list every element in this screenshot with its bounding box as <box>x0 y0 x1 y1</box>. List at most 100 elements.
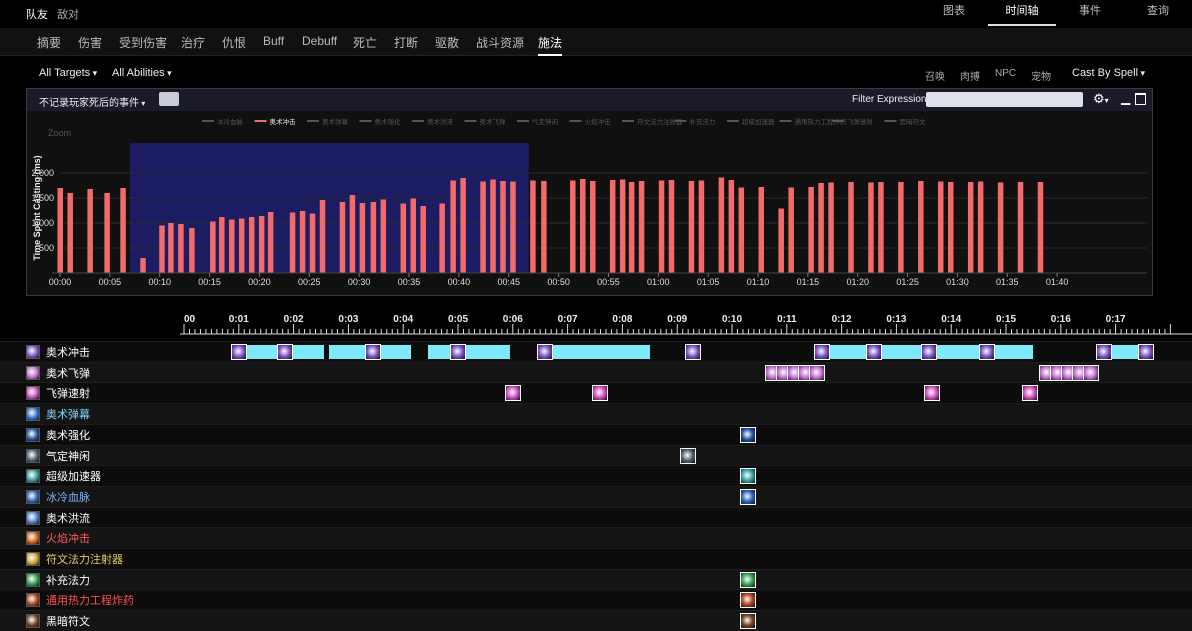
bar[interactable] <box>868 182 874 274</box>
bar[interactable] <box>380 199 387 274</box>
bar[interactable] <box>609 180 616 273</box>
subtab-threat[interactable]: 仇恨 <box>222 34 246 51</box>
filter-npc[interactable]: NPC <box>995 68 1016 79</box>
subtab-casts[interactable]: 施法 <box>538 34 563 56</box>
bar[interactable] <box>658 180 665 274</box>
bar[interactable] <box>490 179 496 274</box>
bar[interactable] <box>439 203 445 274</box>
legend-item[interactable]: 奥术飞弹 <box>464 117 507 126</box>
spell-name-cell[interactable]: 奥术洪流 <box>26 508 181 528</box>
cast-bar[interactable] <box>879 345 924 359</box>
bar[interactable] <box>299 211 306 273</box>
bar[interactable] <box>400 203 407 274</box>
cast-event-icon[interactable] <box>1137 344 1154 360</box>
tab-timeline[interactable]: 时间轴 <box>988 0 1056 26</box>
bar[interactable] <box>967 182 974 273</box>
legend-item[interactable]: 火焰冲击 <box>569 117 612 126</box>
bar[interactable] <box>898 182 904 273</box>
bar[interactable] <box>480 181 486 274</box>
bar[interactable] <box>238 218 245 274</box>
targets-dropdown[interactable]: All Targets <box>39 67 97 79</box>
bar[interactable] <box>997 182 1004 274</box>
bar[interactable] <box>541 181 547 273</box>
cast-bar[interactable] <box>992 345 1034 359</box>
subtab-interrupts[interactable]: 打断 <box>394 34 418 51</box>
spell-name-cell[interactable]: 奥术飞弹 <box>26 363 181 383</box>
bar[interactable] <box>738 187 745 274</box>
subtab-healing[interactable]: 治疗 <box>181 34 205 51</box>
bar[interactable] <box>319 200 326 273</box>
legend-item[interactable]: 冰冷血脉 <box>202 117 244 126</box>
legend-item[interactable]: 奥术强化 <box>359 117 402 126</box>
spell-name-cell[interactable]: 火焰冲击 <box>26 528 181 548</box>
spell-name-cell[interactable]: 奥术冲击 <box>26 342 181 362</box>
cast-event-icon[interactable] <box>740 592 757 609</box>
abilities-dropdown[interactable]: All Abilities <box>112 67 172 79</box>
legend-item[interactable]: 黑暗符文 <box>884 117 927 126</box>
cast-event-icon[interactable] <box>364 344 381 360</box>
cast-event-icon[interactable] <box>1082 364 1099 381</box>
bar[interactable] <box>219 217 225 273</box>
bar[interactable] <box>778 208 784 274</box>
bar[interactable] <box>339 202 346 273</box>
bar[interactable] <box>848 182 854 273</box>
bar[interactable] <box>1017 182 1024 273</box>
cast-event-icon[interactable] <box>740 468 757 485</box>
bar[interactable] <box>359 203 366 273</box>
bar[interactable] <box>628 182 635 273</box>
bar[interactable] <box>788 187 794 274</box>
bar[interactable] <box>728 180 735 273</box>
cast-event-icon[interactable] <box>923 385 940 402</box>
bar[interactable] <box>580 179 586 273</box>
spell-name-cell[interactable]: 黑暗符文 <box>26 611 181 631</box>
filter-pets-summons[interactable]: 召唤 <box>925 68 945 83</box>
gear-icon[interactable]: ⚙▾ <box>1093 91 1109 107</box>
spell-name-cell[interactable]: 符文法力注射器 <box>26 549 181 569</box>
cast-event-icon[interactable] <box>1022 385 1039 402</box>
cast-event-icon[interactable] <box>740 613 757 630</box>
cast-bar[interactable] <box>934 345 979 359</box>
bar[interactable] <box>1037 182 1044 273</box>
tab-query[interactable]: 查询 <box>1124 0 1192 26</box>
legend-item[interactable]: 气定神闲 <box>517 117 558 126</box>
subtab-debuffs[interactable]: Debuff <box>302 34 337 48</box>
bar[interactable] <box>370 202 377 273</box>
bar[interactable] <box>420 206 426 273</box>
spell-name-cell[interactable]: 奥术强化 <box>26 425 181 445</box>
bar[interactable] <box>450 180 456 274</box>
bar[interactable] <box>530 180 536 274</box>
death-events-dropdown[interactable]: 不记录玩家死后的事件 <box>39 94 145 109</box>
bar[interactable] <box>349 195 356 273</box>
spell-name-cell[interactable]: 补充法力 <box>26 570 181 590</box>
filter-melee[interactable]: 肉搏 <box>960 68 980 83</box>
bar[interactable] <box>460 178 466 273</box>
cast-event-icon[interactable] <box>921 344 938 360</box>
bar[interactable] <box>289 212 296 274</box>
spell-name-cell[interactable]: 气定神闲 <box>26 446 181 466</box>
subtab-summary[interactable]: 摘要 <box>37 34 61 51</box>
bar[interactable] <box>500 181 506 273</box>
toggle-box[interactable] <box>159 92 179 106</box>
bar[interactable] <box>140 258 146 273</box>
legend-item[interactable]: 奥术洪流 <box>412 117 454 126</box>
bar[interactable] <box>619 179 626 274</box>
bar[interactable] <box>977 181 984 274</box>
subtab-buffs[interactable]: Buff <box>263 34 284 48</box>
cast-event-icon[interactable] <box>685 344 702 360</box>
bar[interactable] <box>638 181 645 273</box>
legend-item[interactable]: 超级加速器 <box>727 117 775 126</box>
bar[interactable] <box>229 219 235 274</box>
cast-event-icon[interactable] <box>277 344 294 360</box>
bar[interactable] <box>87 189 93 273</box>
bar[interactable] <box>267 212 274 273</box>
bar[interactable] <box>828 182 834 274</box>
legend-item[interactable]: 奥术弹幕 <box>307 117 349 126</box>
cast-event-icon[interactable] <box>230 344 247 360</box>
cast-event-icon[interactable] <box>740 426 757 443</box>
cast-bar[interactable] <box>827 345 869 359</box>
bar[interactable] <box>589 181 596 273</box>
cast-event-icon[interactable] <box>814 344 831 360</box>
bar[interactable] <box>57 188 64 273</box>
bar[interactable] <box>947 182 954 273</box>
cast-bar[interactable] <box>551 345 650 359</box>
